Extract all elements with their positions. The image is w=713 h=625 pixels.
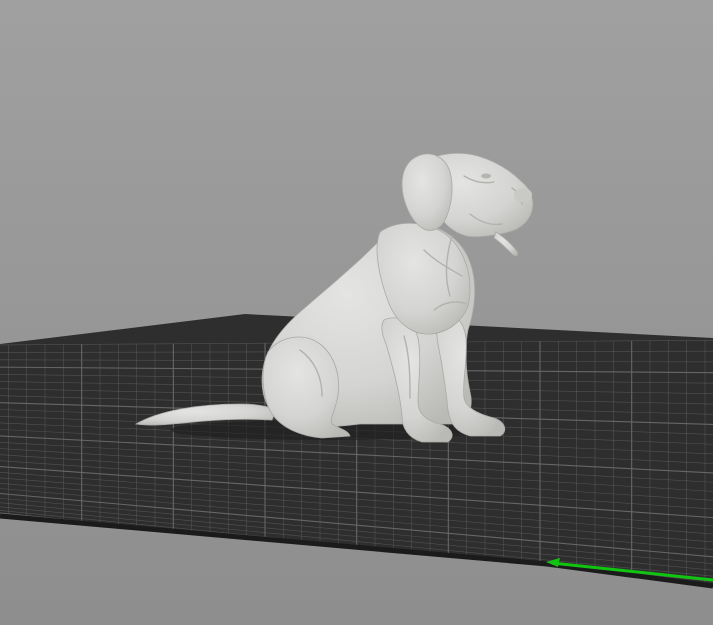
dog-eye <box>481 173 491 179</box>
3d-viewport[interactable] <box>0 0 713 625</box>
scene-canvas[interactable] <box>0 0 713 625</box>
dog-nose <box>514 188 532 202</box>
